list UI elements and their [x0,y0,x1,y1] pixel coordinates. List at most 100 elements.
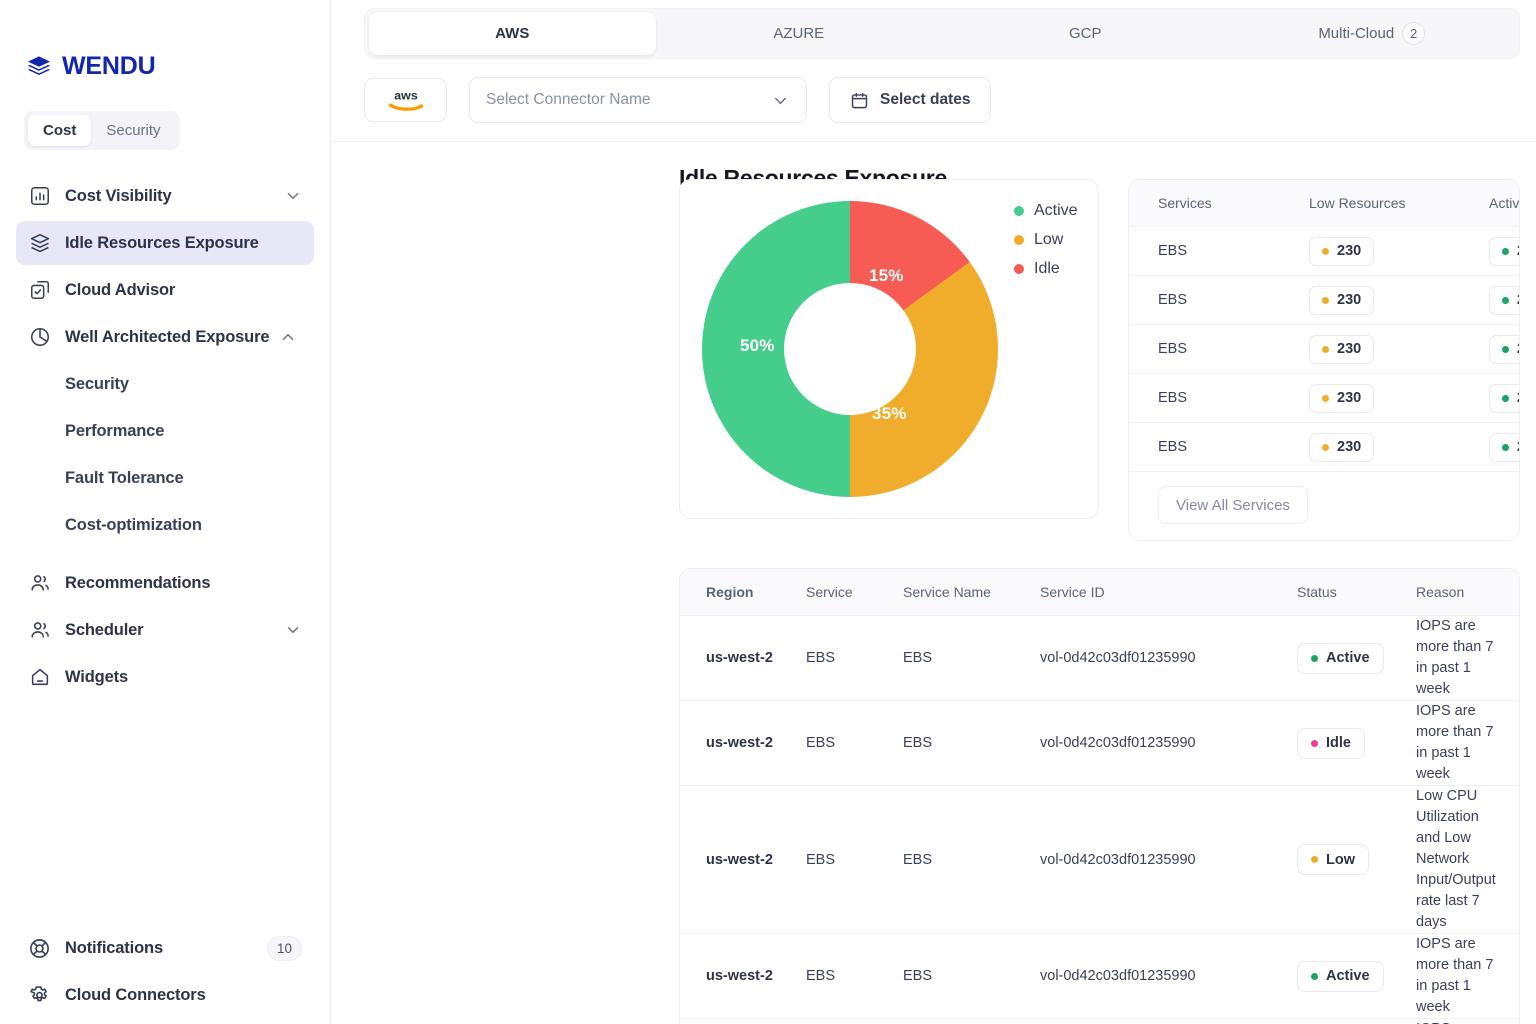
service-id-cell: vol-0d42c03df01235990 [1040,851,1196,868]
sidebar-item-label: Widgets [65,667,128,686]
status-dot-icon [1322,394,1329,402]
services-table-header: Services Low Resources Active Resources … [1129,180,1519,227]
sidebar-item-cloud-connectors[interactable]: Cloud Connectors [16,973,314,1017]
status-dot-icon [1322,345,1329,353]
resource-count-chip: 230 [1309,236,1375,266]
resource-count-chip: 230 [1309,383,1375,413]
brand-name: WENDU [62,52,156,80]
chevron-down-icon[interactable] [284,621,302,639]
resources-table-row[interactable]: us-west-2EBSEBSvol-0d42c03df01235990Acti… [680,934,1519,1020]
donut-label-low: 35% [872,404,907,423]
sidebar-item-widgets[interactable]: Widgets [16,655,314,699]
tab-aws[interactable]: AWS [369,12,656,55]
legend-label: Idle [1034,260,1060,277]
status-cell: Idle [1297,727,1416,759]
legend-item-active[interactable]: Active [1014,202,1078,220]
gear-icon [28,984,51,1007]
connector-name-select[interactable]: Select Connector Name [469,77,807,123]
resources-table-card: Region Service Service Name Service ID S… [679,568,1520,1024]
tab-badge: 2 [1402,22,1426,45]
segment-security[interactable]: Security [91,115,175,146]
sidebar-item-cloud-advisor[interactable]: Cloud Advisor [16,268,314,312]
service-name-cell: EBS [1158,243,1188,259]
copy-check-icon [28,279,51,302]
resource-count-value: 230 [1337,439,1362,455]
services-table-row[interactable]: EBS230230230 [1129,276,1519,325]
resource-count-chip: 230 [1309,285,1375,315]
resources-table-row[interactable]: us-west-2EBSEBSvol-0d42c03df01235990Acti… [680,616,1519,702]
resources-table-row[interactable]: us-west-2 EBS EBS vol-0d42c03df01235990 Idle… [680,701,1519,787]
sidebar-subitem-label: Cost-optimization [65,515,202,534]
status-badge: Active [1297,960,1384,992]
status-dot-icon [1502,247,1509,255]
column-header-service: Service [806,584,853,600]
resources-table-row[interactable]: us-west-2EBSEBSvol-0d42c03df01235990Acti… [680,1019,1519,1024]
cloud-provider-tabbar-row: AWS AZURE GCP Multi-Cloud 2 [331,0,1536,59]
tab-azure[interactable]: AZURE [656,12,943,55]
resource-count-chip: 230 [1489,383,1519,413]
sidebar-item-idle-resources-exposure[interactable]: Idle Resources Exposure [16,221,314,265]
resource-count-value: 230 [1337,243,1362,259]
legend-label: Low [1034,231,1064,248]
status-dot-icon [1502,394,1509,402]
chevron-down-icon[interactable] [284,187,302,205]
cost-security-toggle[interactable]: Cost Security [24,111,180,150]
sidebar-item-recommendations[interactable]: Recommendations [16,561,314,605]
active-resources-cell: 230 [1489,285,1519,315]
sidebar-item-scheduler[interactable]: Scheduler [16,608,314,652]
chevron-down-icon[interactable] [771,91,790,110]
status-cell: Active [1297,960,1416,992]
services-table-row[interactable]: EBS230230230 [1129,227,1519,276]
service-id-cell: vol-0d42c03df01235990 [1040,650,1196,667]
idle-resources-donut-card: 50% 35% 15% Active Low Idle [679,179,1099,519]
service-cell: EBS [806,968,836,985]
donut-label-active: 50% [740,336,775,355]
users-icon [28,619,51,642]
calendar-icon [850,91,869,110]
services-table-row[interactable]: EBS230230230 [1129,374,1519,423]
resource-count-value: 230 [1337,390,1362,406]
content-scroll-area: 50% 35% 15% Active Low Idle Services Low… [331,155,1536,1024]
sidebar-item-well-architected-exposure[interactable]: Well Architected Exposure [16,315,314,359]
services-table-row[interactable]: EBS230230230 [1129,325,1519,374]
service-id-cell: vol-0d42c03df01235990 [1040,735,1196,752]
active-resources-cell: 230 [1489,383,1519,413]
sidebar-item-cost-visibility[interactable]: Cost Visibility [16,174,314,218]
resource-count-chip: 230 [1489,334,1519,364]
service-name-cell: EBS [1158,341,1188,357]
svg-text:aws: aws [394,89,418,103]
resource-count-value: 230 [1337,292,1362,308]
services-table-row[interactable]: EBS230230230 [1129,423,1519,472]
service-name-cell: EBS [903,851,933,868]
legend-dot [1014,235,1024,245]
sidebar-subitem-fault-tolerance[interactable]: Fault Tolerance [16,456,314,500]
select-dates-button[interactable]: Select dates [829,77,992,123]
column-header-services: Services [1158,195,1212,211]
low-resources-cell: 230 [1309,432,1489,462]
tab-label: AZURE [773,25,825,42]
sidebar-subitem-security[interactable]: Security [16,362,314,406]
chevron-up-icon[interactable] [279,328,297,346]
reason-cell: IOPS are more than 7 in past 1 week [1416,618,1494,698]
legend-item-idle[interactable]: Idle [1014,260,1078,278]
brand: WENDU [0,0,330,81]
segment-cost[interactable]: Cost [28,115,92,146]
sidebar-subitem-label: Performance [65,421,165,440]
status-badge: Idle [1297,727,1365,759]
tab-gcp[interactable]: GCP [942,12,1229,55]
sidebar-subitem-label: Fault Tolerance [65,468,184,487]
resources-table-row[interactable]: us-west-2 EBS EBS vol-0d42c03df01235990 Low L… [680,786,1519,935]
sidebar-item-notifications[interactable]: Notifications 10 [16,926,314,970]
sidebar-subitem-performance[interactable]: Performance [16,409,314,453]
legend-dot [1014,264,1024,274]
legend-item-low[interactable]: Low [1014,231,1078,249]
resource-count-chip: 230 [1309,334,1375,364]
sidebar-nav: Cost Visibility Idle Resources Exposure [0,174,330,699]
sidebar-subitem-cost-optimization[interactable]: Cost-optimization [16,503,314,547]
resource-count-value: 230 [1517,390,1519,406]
service-id-cell: vol-0d42c03df01235990 [1040,968,1196,985]
view-all-services-button[interactable]: View All Services [1158,486,1308,524]
service-name-cell: EBS [1158,390,1188,406]
tab-multi-cloud[interactable]: Multi-Cloud 2 [1229,12,1516,55]
active-resources-cell: 230 [1489,334,1519,364]
